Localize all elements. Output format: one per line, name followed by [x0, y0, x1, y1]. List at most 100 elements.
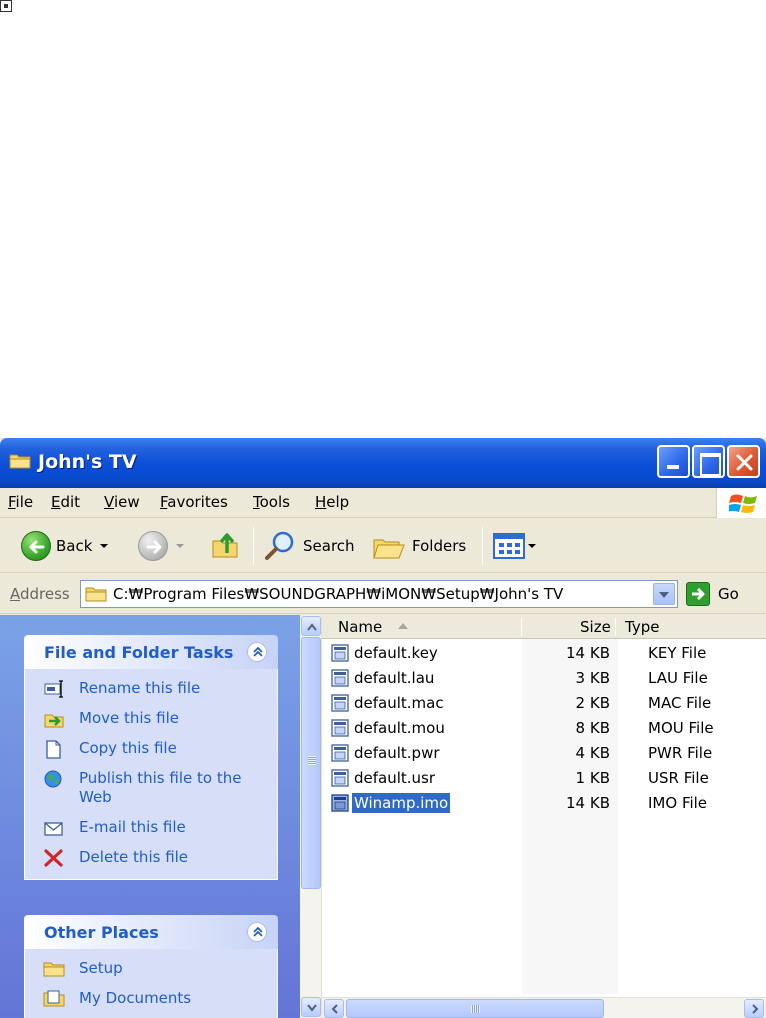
- file-type: MOU File: [648, 719, 714, 737]
- task-label: Publish this file to the Web: [79, 769, 242, 806]
- task-delete[interactable]: Delete this file: [25, 848, 277, 867]
- scroll-down-button[interactable]: [301, 997, 321, 1017]
- minimize-button[interactable]: [657, 445, 690, 478]
- file-name[interactable]: default.mou: [352, 718, 447, 738]
- scroll-thumb[interactable]: [346, 999, 604, 1018]
- views-button[interactable]: [493, 532, 536, 560]
- table-row[interactable]: default.usr 1 KB USR File: [322, 766, 766, 791]
- table-row-selected[interactable]: Winamp.imo 14 KB IMO File: [322, 791, 766, 816]
- file-list-view[interactable]: Name Size Type default.key 14 KB KEY Fil…: [300, 615, 766, 1018]
- file-folder-tasks-panel: File and Folder Tasks Rename this file M…: [24, 635, 278, 880]
- column-header-name[interactable]: Name: [338, 618, 382, 636]
- place-setup[interactable]: Setup: [25, 959, 277, 978]
- file-icon: [331, 694, 349, 712]
- maximize-button[interactable]: [692, 445, 725, 478]
- up-folder-button[interactable]: [210, 529, 242, 561]
- window-title: John's TV: [38, 451, 137, 473]
- panel-title: Other Places: [44, 923, 159, 942]
- file-size: 14 KB: [566, 644, 610, 662]
- file-name[interactable]: default.key: [352, 643, 440, 663]
- menu-tools[interactable]: Tools: [253, 493, 290, 511]
- toolbar: Back Search Folders: [0, 519, 766, 573]
- scroll-left-button[interactable]: [324, 999, 344, 1018]
- column-header-type[interactable]: Type: [625, 618, 659, 636]
- task-copy[interactable]: Copy this file: [25, 739, 277, 759]
- forward-dropdown-icon[interactable]: [176, 544, 184, 548]
- forward-arrow-icon: [138, 531, 168, 561]
- task-email[interactable]: E-mail this file: [25, 818, 277, 837]
- file-type: IMO File: [648, 794, 708, 812]
- menu-file[interactable]: File: [8, 493, 33, 511]
- panel-header[interactable]: Other Places: [24, 915, 278, 949]
- go-arrow-icon: [686, 582, 710, 606]
- move-icon: [44, 714, 64, 728]
- address-path: C:₩Program Files₩SOUNDGRAPH₩iMON₩Setup₩J…: [113, 585, 564, 603]
- file-name[interactable]: default.lau: [352, 668, 436, 688]
- task-label: Copy this file: [79, 739, 177, 757]
- title-bar[interactable]: John's TV: [0, 438, 766, 488]
- file-name[interactable]: default.mac: [352, 693, 446, 713]
- scroll-up-button[interactable]: [301, 616, 321, 636]
- file-name[interactable]: default.usr: [352, 768, 437, 788]
- task-label: Move this file: [79, 709, 179, 727]
- place-my-documents[interactable]: My Documents: [25, 989, 277, 1008]
- back-button[interactable]: Back: [21, 531, 109, 561]
- address-dropdown-button[interactable]: [653, 583, 675, 605]
- other-places-panel: Other Places Setup My Documents: [24, 915, 278, 1018]
- back-label: Back: [56, 537, 93, 555]
- folders-button[interactable]: Folders: [372, 530, 466, 562]
- file-size: 4 KB: [575, 744, 610, 762]
- search-label: Search: [303, 537, 355, 555]
- vertical-scrollbar[interactable]: [300, 615, 322, 1018]
- close-button[interactable]: [727, 445, 760, 478]
- task-label: Delete this file: [79, 848, 189, 866]
- chevron-down-icon: [307, 1004, 317, 1012]
- back-dropdown-icon[interactable]: [100, 544, 109, 548]
- sort-ascending-icon: [398, 623, 408, 629]
- menu-view[interactable]: View: [104, 493, 140, 511]
- file-icon: [331, 719, 349, 737]
- address-bar: Address C:₩Program Files₩SOUNDGRAPH₩iMON…: [0, 574, 766, 614]
- up-folder-icon: [212, 533, 238, 558]
- table-row[interactable]: default.key 14 KB KEY File: [322, 641, 766, 666]
- file-type: LAU File: [648, 669, 708, 687]
- folder-icon: [43, 962, 65, 977]
- folders-icon: [373, 539, 405, 559]
- table-row[interactable]: default.lau 3 KB LAU File: [322, 666, 766, 691]
- file-size: 3 KB: [575, 669, 610, 687]
- file-name[interactable]: default.pwr: [352, 743, 442, 763]
- search-icon: [265, 531, 294, 560]
- task-move[interactable]: Move this file: [25, 709, 277, 728]
- table-row[interactable]: default.mou 8 KB MOU File: [322, 716, 766, 741]
- go-label: Go: [718, 585, 739, 603]
- globe-icon: [44, 770, 62, 788]
- collapse-button[interactable]: [246, 641, 268, 663]
- chevron-right-icon: [752, 1004, 759, 1014]
- horizontal-scrollbar[interactable]: [322, 997, 766, 1018]
- go-button[interactable]: Go: [686, 582, 739, 606]
- file-type: KEY File: [648, 644, 707, 662]
- file-type: USR File: [648, 769, 709, 787]
- chevron-up-icon: [307, 623, 317, 631]
- file-size: 2 KB: [575, 694, 610, 712]
- collapse-button[interactable]: [246, 921, 268, 943]
- search-button[interactable]: Search: [263, 530, 355, 562]
- task-publish[interactable]: Publish this file to the Web: [25, 769, 277, 807]
- scroll-thumb[interactable]: [301, 637, 321, 889]
- forward-button[interactable]: [138, 531, 184, 561]
- table-row[interactable]: default.mac 2 KB MAC File: [322, 691, 766, 716]
- task-rename[interactable]: Rename this file: [25, 679, 277, 698]
- column-header-size[interactable]: Size: [580, 618, 611, 636]
- file-icon: [331, 794, 349, 812]
- menu-favorites[interactable]: Favorites: [160, 493, 228, 511]
- address-label: Address: [10, 585, 70, 603]
- views-dropdown-icon[interactable]: [528, 544, 536, 548]
- menu-edit[interactable]: Edit: [51, 493, 80, 511]
- address-field[interactable]: C:₩Program Files₩SOUNDGRAPH₩iMON₩Setup₩J…: [80, 580, 678, 608]
- panel-header[interactable]: File and Folder Tasks: [24, 635, 278, 669]
- table-row[interactable]: default.pwr 4 KB PWR File: [322, 741, 766, 766]
- scroll-right-button[interactable]: [744, 999, 764, 1018]
- task-pane: File and Folder Tasks Rename this file M…: [0, 615, 300, 1018]
- menu-help[interactable]: Help: [315, 493, 349, 511]
- file-name[interactable]: Winamp.imo: [352, 793, 451, 813]
